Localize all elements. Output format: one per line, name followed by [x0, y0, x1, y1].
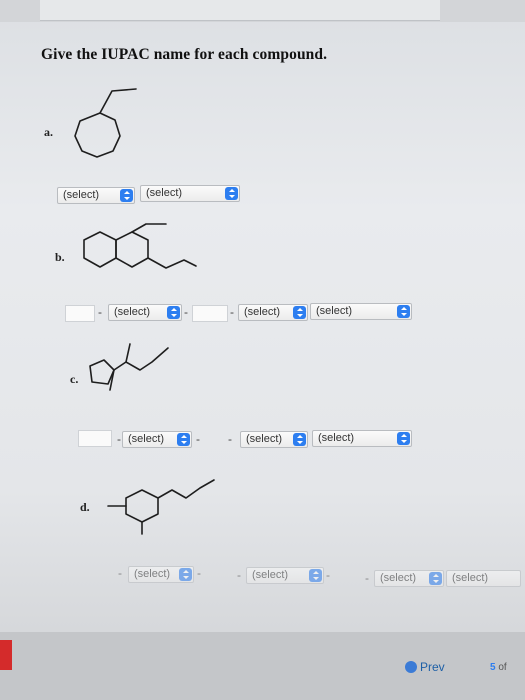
updown-chevron-icon	[167, 306, 180, 319]
prev-button[interactable]: Prev	[405, 660, 445, 674]
worksheet-page: Give the IUPAC name for each compound. a…	[0, 0, 525, 700]
locant-box-b-1[interactable]	[65, 305, 95, 322]
updown-chevron-icon	[397, 432, 410, 445]
updown-chevron-icon	[177, 433, 190, 446]
molecule-d	[107, 479, 215, 535]
select-b-3[interactable]: (select)	[310, 303, 412, 320]
updown-chevron-icon	[293, 433, 306, 446]
page-title: Give the IUPAC name for each compound.	[41, 46, 328, 63]
select-d-3[interactable]: (select)	[374, 570, 444, 587]
select-c-1[interactable]: (select)	[122, 431, 192, 448]
molecule-b	[83, 223, 197, 269]
prev-arrow-icon	[405, 661, 417, 673]
select-d-2[interactable]: (select)	[246, 567, 324, 584]
select-d-4[interactable]: (select)	[446, 570, 521, 587]
browser-top-edge	[0, 0, 525, 22]
window-frame	[40, 0, 440, 21]
locant-box-b-2[interactable]	[192, 305, 228, 322]
select-a-1[interactable]: (select)	[57, 187, 135, 204]
updown-chevron-icon	[293, 306, 306, 319]
select-c-2[interactable]: (select)	[240, 431, 308, 448]
bottom-toolbar	[0, 632, 525, 700]
label-d: d.	[80, 500, 90, 514]
updown-chevron-icon	[429, 572, 442, 585]
page-indicator: 5 of	[490, 662, 507, 673]
locant-box-c-1[interactable]	[78, 430, 112, 447]
molecule-c	[89, 343, 169, 391]
select-c-3[interactable]: (select)	[312, 430, 412, 447]
molecule-a	[74, 88, 137, 158]
updown-chevron-icon	[225, 187, 238, 200]
updown-chevron-icon	[120, 189, 133, 202]
label-a: a.	[44, 125, 53, 139]
label-b: b.	[55, 250, 65, 264]
updown-chevron-icon	[309, 569, 322, 582]
select-b-2[interactable]: (select)	[238, 304, 308, 321]
label-c: c.	[70, 372, 79, 386]
select-d-1[interactable]: (select)	[128, 566, 194, 583]
red-tab	[0, 640, 12, 670]
select-b-1[interactable]: (select)	[108, 304, 182, 321]
updown-chevron-icon	[397, 305, 410, 318]
select-a-2[interactable]: (select)	[140, 185, 240, 202]
updown-chevron-icon	[179, 568, 192, 581]
